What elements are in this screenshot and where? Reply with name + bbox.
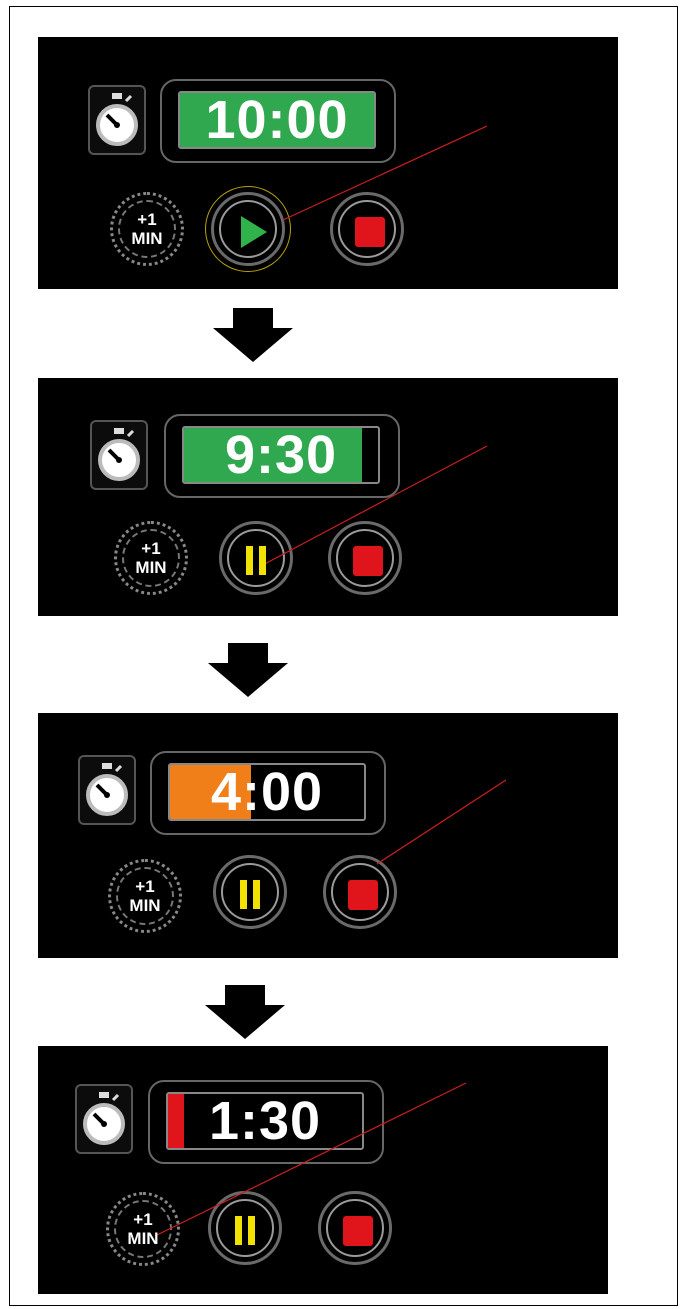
callout-stop: Stop [508, 767, 546, 787]
callout-pause: Pause [490, 433, 542, 453]
time-readout: 9:30 [224, 426, 338, 484]
stop-button[interactable] [330, 192, 404, 266]
stopwatch-icon [83, 1092, 125, 1145]
stopwatch-button[interactable] [88, 85, 146, 155]
time-display-screen: 9:30 [182, 426, 380, 484]
play-button[interactable] [211, 192, 285, 266]
add-minute-plus-label: +1 [141, 539, 161, 558]
add-minute-button[interactable]: +1 MIN [110, 192, 184, 266]
add-minute-min-label: MIN [129, 896, 161, 915]
add-minute-button[interactable]: +1 MIN [114, 521, 188, 595]
pause-icon [246, 546, 253, 575]
time-readout: 1:30 [208, 1092, 322, 1150]
stop-icon [348, 880, 378, 910]
timer-panel-3: 4:00 +1 MIN [38, 713, 618, 958]
stop-icon [343, 1216, 373, 1246]
timer-panel-1: 10:00 +1 MIN [38, 37, 618, 289]
time-readout: 4:00 [210, 763, 324, 821]
pause-icon [259, 546, 266, 575]
stop-icon [355, 217, 385, 247]
add-minute-plus-label: +1 [135, 877, 155, 896]
stop-icon [353, 546, 383, 576]
pause-icon [253, 880, 260, 909]
add-minute-min-label: MIN [127, 1229, 159, 1248]
pause-button[interactable] [208, 1191, 282, 1265]
stopwatch-icon [86, 763, 128, 816]
add-minute-min-label: MIN [131, 229, 163, 248]
callout-play: Play [490, 113, 526, 133]
stopwatch-button[interactable] [75, 1084, 133, 1154]
time-display: 9:30 [164, 414, 400, 498]
add-minute-min-label: MIN [135, 558, 167, 577]
add-minute-button[interactable]: +1 MIN [106, 1192, 180, 1266]
callout-add-minute: Add a minute [468, 1070, 575, 1090]
pause-icon [235, 1216, 242, 1245]
pause-button[interactable] [213, 855, 287, 929]
down-arrow-icon [213, 308, 293, 362]
time-display: 4:00 [150, 751, 386, 835]
down-arrow-icon [205, 985, 285, 1039]
time-display: 1:30 [148, 1080, 384, 1164]
add-minute-button[interactable]: +1 MIN [108, 859, 182, 933]
stop-button[interactable] [318, 1191, 392, 1265]
stopwatch-button[interactable] [78, 755, 136, 825]
time-readout: 10:00 [205, 91, 349, 149]
down-arrow-icon [208, 643, 288, 697]
time-display: 10:00 [160, 79, 396, 163]
pause-button[interactable] [219, 521, 293, 595]
time-display-screen: 10:00 [178, 91, 376, 149]
pause-icon [240, 880, 247, 909]
time-display-screen: 1:30 [166, 1092, 364, 1150]
add-minute-plus-label: +1 [137, 210, 157, 229]
add-minute-plus-label: +1 [133, 1210, 153, 1229]
pause-icon [248, 1216, 255, 1245]
stopwatch-button[interactable] [90, 420, 148, 490]
time-display-screen: 4:00 [168, 763, 366, 821]
stopwatch-icon [98, 428, 140, 481]
stopwatch-icon [96, 93, 138, 146]
play-icon [241, 216, 267, 248]
stop-button[interactable] [323, 855, 397, 929]
stop-button[interactable] [328, 521, 402, 595]
timer-panel-2: 9:30 +1 MIN [38, 378, 618, 616]
